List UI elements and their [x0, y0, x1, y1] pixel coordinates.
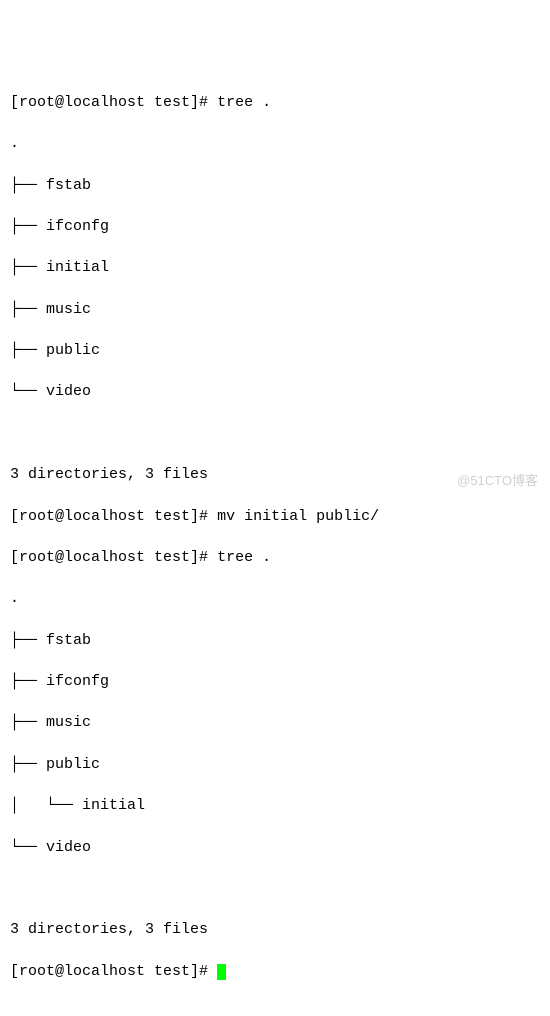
command-line-2: [root@localhost test]# mv initial public… [10, 507, 540, 528]
command-1: tree . [217, 94, 271, 111]
tree1-entry-public: ├── public [10, 341, 540, 362]
tree1-entry-fstab: ├── fstab [10, 176, 540, 197]
tree1-entry-video: └── video [10, 382, 540, 403]
watermark: @51CTO博客 [457, 472, 538, 490]
tree2-entry-ifconfg: ├── ifconfg [10, 672, 540, 693]
prompt-2: [root@localhost test]# [10, 508, 208, 525]
tree1-entry-music: ├── music [10, 300, 540, 321]
tree2-entry-video: └── video [10, 838, 540, 859]
tree1-entry-ifconfg: ├── ifconfg [10, 217, 540, 238]
command-line-4[interactable]: [root@localhost test]# [10, 962, 540, 983]
summary-2: 3 directories, 3 files [10, 920, 540, 941]
command-2: mv initial public/ [217, 508, 379, 525]
prompt-1: [root@localhost test]# [10, 94, 208, 111]
command-3: tree . [217, 549, 271, 566]
tree2-entry-public: ├── public [10, 755, 540, 776]
blank-line-2 [10, 879, 540, 900]
command-line-3: [root@localhost test]# tree . [10, 548, 540, 569]
tree2-dot: . [10, 589, 540, 610]
cursor-block [217, 964, 226, 980]
blank-line-1 [10, 424, 540, 445]
command-line-1: [root@localhost test]# tree . [10, 93, 540, 114]
tree2-entry-music: ├── music [10, 713, 540, 734]
tree2-entry-initial: │ └── initial [10, 796, 540, 817]
tree1-dot: . [10, 134, 540, 155]
prompt-3: [root@localhost test]# [10, 549, 208, 566]
tree2-entry-fstab: ├── fstab [10, 631, 540, 652]
prompt-4: [root@localhost test]# [10, 963, 208, 980]
tree1-entry-initial: ├── initial [10, 258, 540, 279]
